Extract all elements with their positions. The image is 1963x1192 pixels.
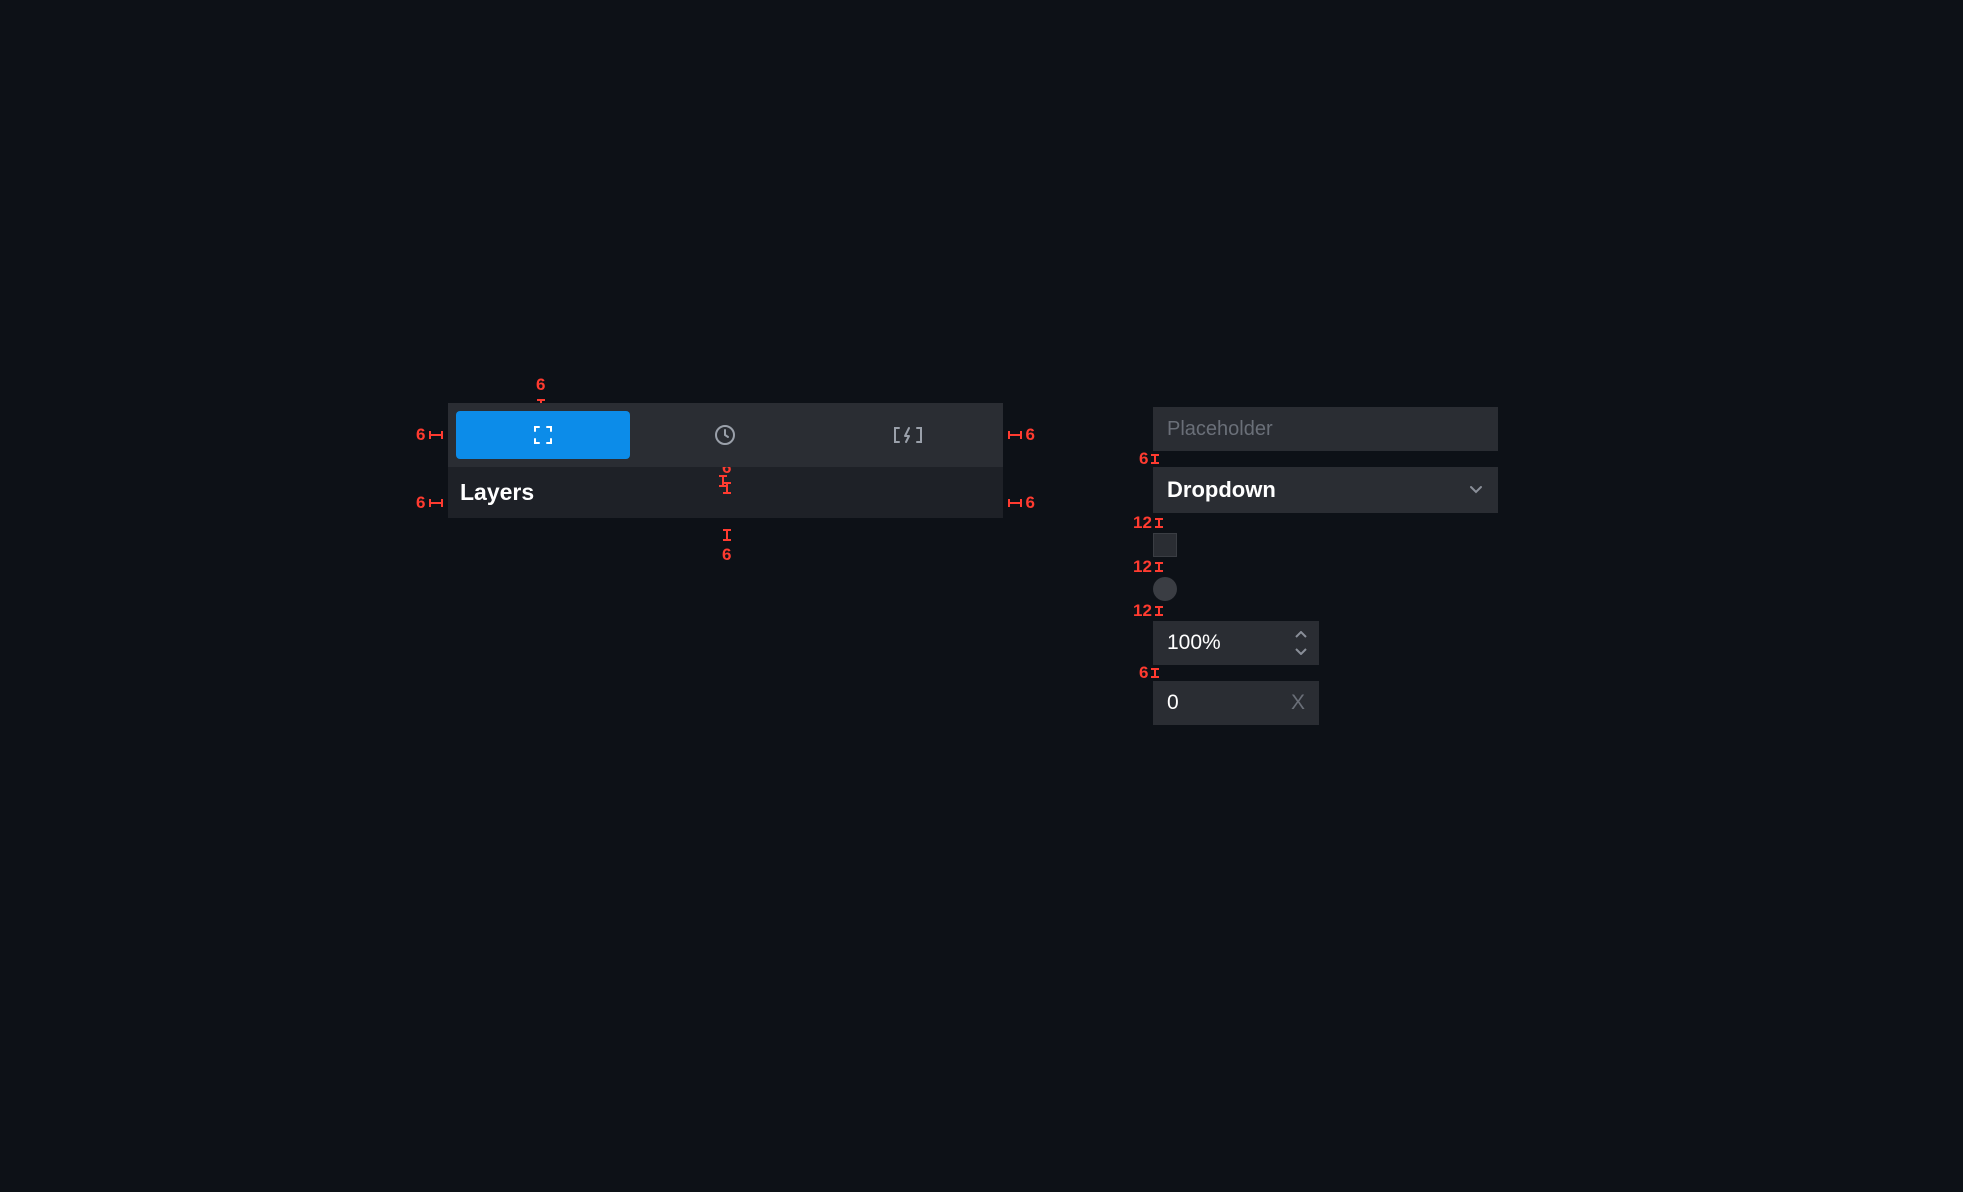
radio-row bbox=[1153, 577, 1498, 601]
measure-tab-left: 6 bbox=[416, 425, 443, 445]
number-input[interactable]: 0 X bbox=[1153, 681, 1319, 725]
left-panel: 6 6 6 6 bbox=[448, 403, 1003, 518]
radio-input[interactable] bbox=[1153, 577, 1177, 601]
chevron-down-icon bbox=[1468, 477, 1484, 503]
measure-header-bottom: 6 bbox=[722, 529, 731, 565]
stepper-value: 100% bbox=[1153, 631, 1293, 655]
panel-header-label: Layers bbox=[460, 479, 534, 505]
right-controls: 6 Dropdown 12 12 12 100% bbox=[1153, 407, 1498, 725]
panel-header: Layers bbox=[448, 467, 1003, 518]
dropdown-select[interactable]: Dropdown bbox=[1153, 467, 1498, 513]
number-input-value: 0 bbox=[1153, 691, 1291, 715]
stepper-up-button[interactable] bbox=[1293, 628, 1309, 642]
measure-gap-input-dropdown: 6 bbox=[1139, 451, 1514, 467]
placeholder-input[interactable] bbox=[1153, 407, 1498, 451]
measure-gap-dropdown-checkbox: 12 bbox=[1133, 513, 1514, 533]
stepper-controls bbox=[1293, 628, 1319, 658]
dropdown-label: Dropdown bbox=[1167, 477, 1276, 503]
percent-stepper[interactable]: 100% bbox=[1153, 621, 1319, 665]
tab-actions-button[interactable] bbox=[821, 411, 995, 459]
measure-gap-checkbox-radio: 12 bbox=[1133, 557, 1514, 577]
checkbox-input[interactable] bbox=[1153, 533, 1177, 557]
tab-history-button[interactable] bbox=[638, 411, 812, 459]
number-input-suffix: X bbox=[1291, 691, 1319, 715]
lightning-brackets-icon bbox=[893, 424, 923, 446]
measure-header-left: 6 bbox=[416, 493, 443, 513]
measure-tab-right: 6 bbox=[1008, 425, 1035, 445]
tab-layers-button[interactable] bbox=[456, 411, 630, 459]
measure-header-right: 6 bbox=[1008, 493, 1035, 513]
checkbox-row bbox=[1153, 533, 1498, 557]
fullscreen-icon bbox=[532, 424, 554, 446]
clock-icon bbox=[713, 423, 737, 447]
measure-gap-stepper-numinput: 6 bbox=[1139, 665, 1514, 681]
tab-bar bbox=[448, 403, 1003, 467]
stepper-down-button[interactable] bbox=[1293, 644, 1309, 658]
measure-gap-radio-stepper: 12 bbox=[1133, 601, 1514, 621]
